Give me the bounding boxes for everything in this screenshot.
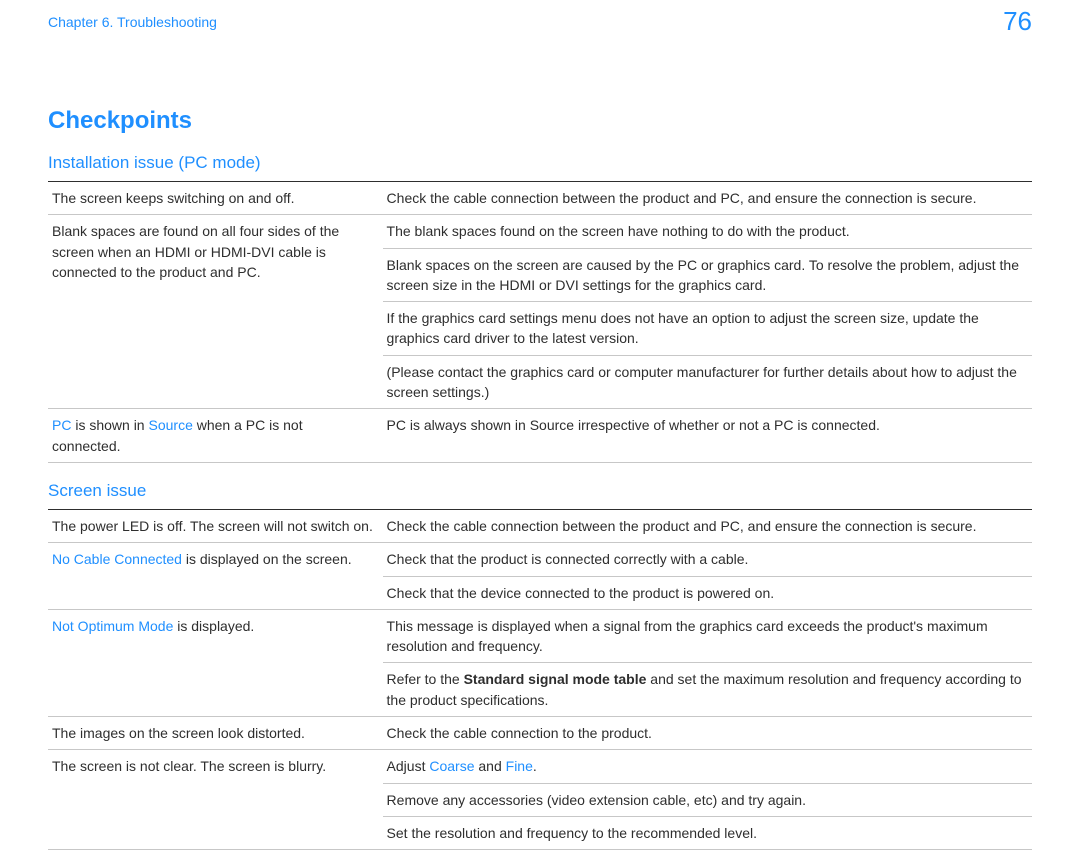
table-row: The images on the screen look distorted.… [48,717,1032,750]
issue-cell: The screen is not clear. The screen is b… [48,750,383,850]
section-heading: Screen issue [48,481,1032,501]
text-segment: No Cable Connected [52,551,182,567]
text-segment: Refer to the [387,671,464,687]
text-segment: is displayed. [173,618,254,634]
solution-cell: Blank spaces on the screen are caused by… [383,248,1032,302]
text-segment: If the graphics card settings menu does … [387,310,979,346]
text-segment: This message is displayed when a signal … [387,618,988,654]
issue-cell: The screen keeps switching on and off. [48,182,383,215]
table-row: The screen is not clear. The screen is b… [48,750,1032,783]
text-segment: PC [52,417,71,433]
table-row: Blank spaces are found on all four sides… [48,215,1032,248]
text-segment: Source [149,417,193,433]
text-segment: PC is always shown in Source irrespectiv… [387,417,880,433]
table-row: The power LED is off. The screen will no… [48,509,1032,542]
text-segment: Fine [506,758,533,774]
text-segment: Adjust [387,758,430,774]
issue-cell: Blank spaces are found on all four sides… [48,215,383,409]
solution-cell: Check the cable connection between the p… [383,509,1032,542]
solution-cell: Check the cable connection to the produc… [383,717,1032,750]
text-segment: Check the cable connection between the p… [387,518,977,534]
text-segment: (Please contact the graphics card or com… [387,364,1017,400]
text-segment: Check that the device connected to the p… [387,585,775,601]
text-segment: and [475,758,506,774]
solution-cell: The blank spaces found on the screen hav… [383,215,1032,248]
solution-cell: If the graphics card settings menu does … [383,302,1032,356]
text-segment: Not Optimum Mode [52,618,173,634]
text-segment: is displayed on the screen. [182,551,352,567]
text-segment: is shown in [71,417,148,433]
page-title: Checkpoints [48,107,1032,135]
issue-cell: The images on the screen look distorted. [48,717,383,750]
issue-cell: Not Optimum Mode is displayed. [48,609,383,716]
text-segment: Standard signal mode table [464,671,647,687]
text-segment: Remove any accessories (video extension … [387,792,806,808]
section-heading: Installation issue (PC mode) [48,153,1032,173]
issue-cell: No Cable Connected is displayed on the s… [48,543,383,610]
text-segment: Set the resolution and frequency to the … [387,825,757,841]
solution-cell: Check that the device connected to the p… [383,576,1032,609]
table-row: The screen keeps switching on and off. Ch… [48,182,1032,215]
issue-cell: The power LED is off. The screen will no… [48,509,383,542]
solution-cell: This message is displayed when a signal … [383,609,1032,663]
table-row: Not Optimum Mode is displayed. This messa… [48,609,1032,663]
table-row: No Cable Connected is displayed on the s… [48,543,1032,576]
text-segment: The blank spaces found on the screen hav… [387,223,850,239]
table-row: PC is shown in Source when a PC is not c… [48,409,1032,463]
troubleshooting-table: The screen keeps switching on and off. Ch… [48,181,1032,463]
text-segment: The screen keeps switching on and off. [52,190,295,206]
solution-cell: PC is always shown in Source irrespectiv… [383,409,1032,463]
text-segment: The screen is not clear. The screen is b… [52,758,326,774]
text-segment: Coarse [429,758,474,774]
solution-cell: Set the resolution and frequency to the … [383,816,1032,849]
solution-cell: Adjust Coarse and Fine. [383,750,1032,783]
text-segment: Check the cable connection between the p… [387,190,977,206]
chapter-label: Chapter 6. Troubleshooting [48,14,217,30]
text-segment: Check that the product is connected corr… [387,551,749,567]
solution-cell: Refer to the Standard signal mode table … [383,663,1032,717]
text-segment: Blank spaces are found on all four sides… [52,223,339,280]
text-segment: Check the cable connection to the produc… [387,725,652,741]
issue-cell: PC is shown in Source when a PC is not c… [48,409,383,463]
page-number: 76 [1003,6,1032,37]
text-segment: Blank spaces on the screen are caused by… [387,257,1019,293]
solution-cell: Check the cable connection between the p… [383,182,1032,215]
text-segment: The images on the screen look distorted. [52,725,305,741]
solution-cell: (Please contact the graphics card or com… [383,355,1032,409]
troubleshooting-table: The power LED is off. The screen will no… [48,509,1032,850]
solution-cell: Remove any accessories (video extension … [383,783,1032,816]
solution-cell: Check that the product is connected corr… [383,543,1032,576]
text-segment: . [533,758,537,774]
text-segment: The power LED is off. The screen will no… [52,518,373,534]
